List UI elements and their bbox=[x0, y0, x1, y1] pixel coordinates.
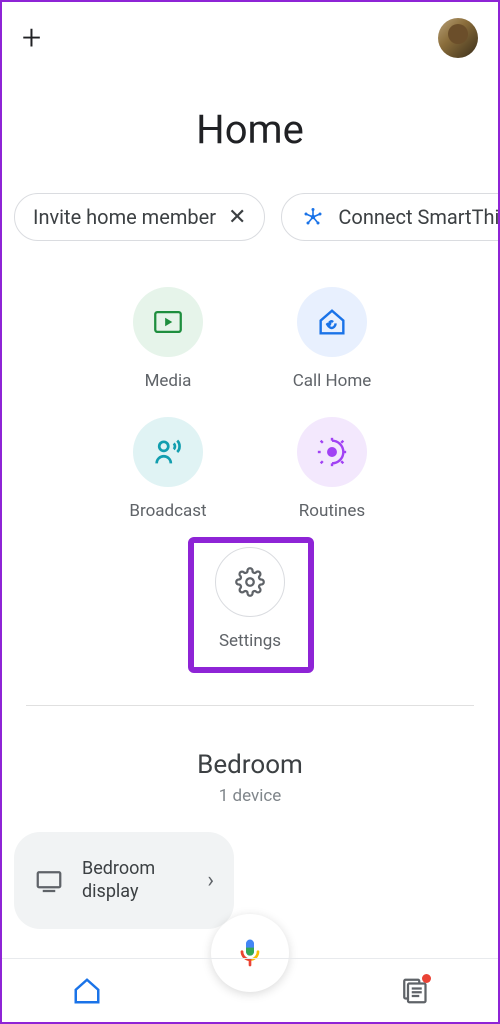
add-button[interactable]: + bbox=[22, 21, 41, 55]
routines-icon bbox=[297, 417, 367, 487]
tile-label: Media bbox=[145, 371, 192, 391]
gear-icon bbox=[215, 547, 285, 617]
shortcut-grid: Media Call Home Broadcast bbox=[2, 287, 498, 651]
close-icon[interactable]: ✕ bbox=[228, 205, 246, 230]
device-card-bedroom-display[interactable]: Bedroom display › bbox=[14, 832, 234, 929]
tile-call-home[interactable]: Call Home bbox=[272, 287, 392, 391]
tile-label: Call Home bbox=[293, 371, 372, 391]
suggestion-chips: Invite home member ✕ Connect SmartThings bbox=[2, 193, 498, 241]
tile-broadcast[interactable]: Broadcast bbox=[108, 417, 228, 521]
account-avatar[interactable] bbox=[438, 18, 478, 58]
device-label: Bedroom display bbox=[82, 858, 189, 903]
bottom-nav bbox=[2, 958, 498, 1022]
nav-home[interactable] bbox=[72, 976, 102, 1006]
broadcast-icon bbox=[133, 417, 203, 487]
tile-label: Settings bbox=[219, 631, 281, 651]
room-device-count: 1 device bbox=[2, 786, 498, 806]
notification-badge bbox=[422, 974, 431, 983]
chip-connect-smartthings[interactable]: Connect SmartThings bbox=[281, 193, 498, 241]
display-icon bbox=[34, 866, 64, 896]
divider bbox=[26, 705, 474, 706]
smartthings-icon bbox=[300, 204, 326, 230]
room-name: Bedroom bbox=[2, 750, 498, 780]
tile-label: Broadcast bbox=[129, 501, 206, 521]
chevron-right-icon: › bbox=[207, 868, 214, 893]
call-home-icon bbox=[297, 287, 367, 357]
tile-settings[interactable]: Settings bbox=[190, 547, 310, 651]
chip-label: Connect SmartThings bbox=[338, 205, 498, 229]
chip-invite-home-member[interactable]: Invite home member ✕ bbox=[14, 193, 265, 241]
tile-media[interactable]: Media bbox=[108, 287, 228, 391]
media-icon bbox=[133, 287, 203, 357]
nav-feed[interactable] bbox=[398, 976, 428, 1006]
chip-label: Invite home member bbox=[33, 205, 216, 229]
tile-routines[interactable]: Routines bbox=[272, 417, 392, 521]
tile-label: Routines bbox=[299, 501, 365, 521]
home-icon bbox=[72, 976, 102, 1006]
page-title: Home bbox=[2, 106, 498, 153]
